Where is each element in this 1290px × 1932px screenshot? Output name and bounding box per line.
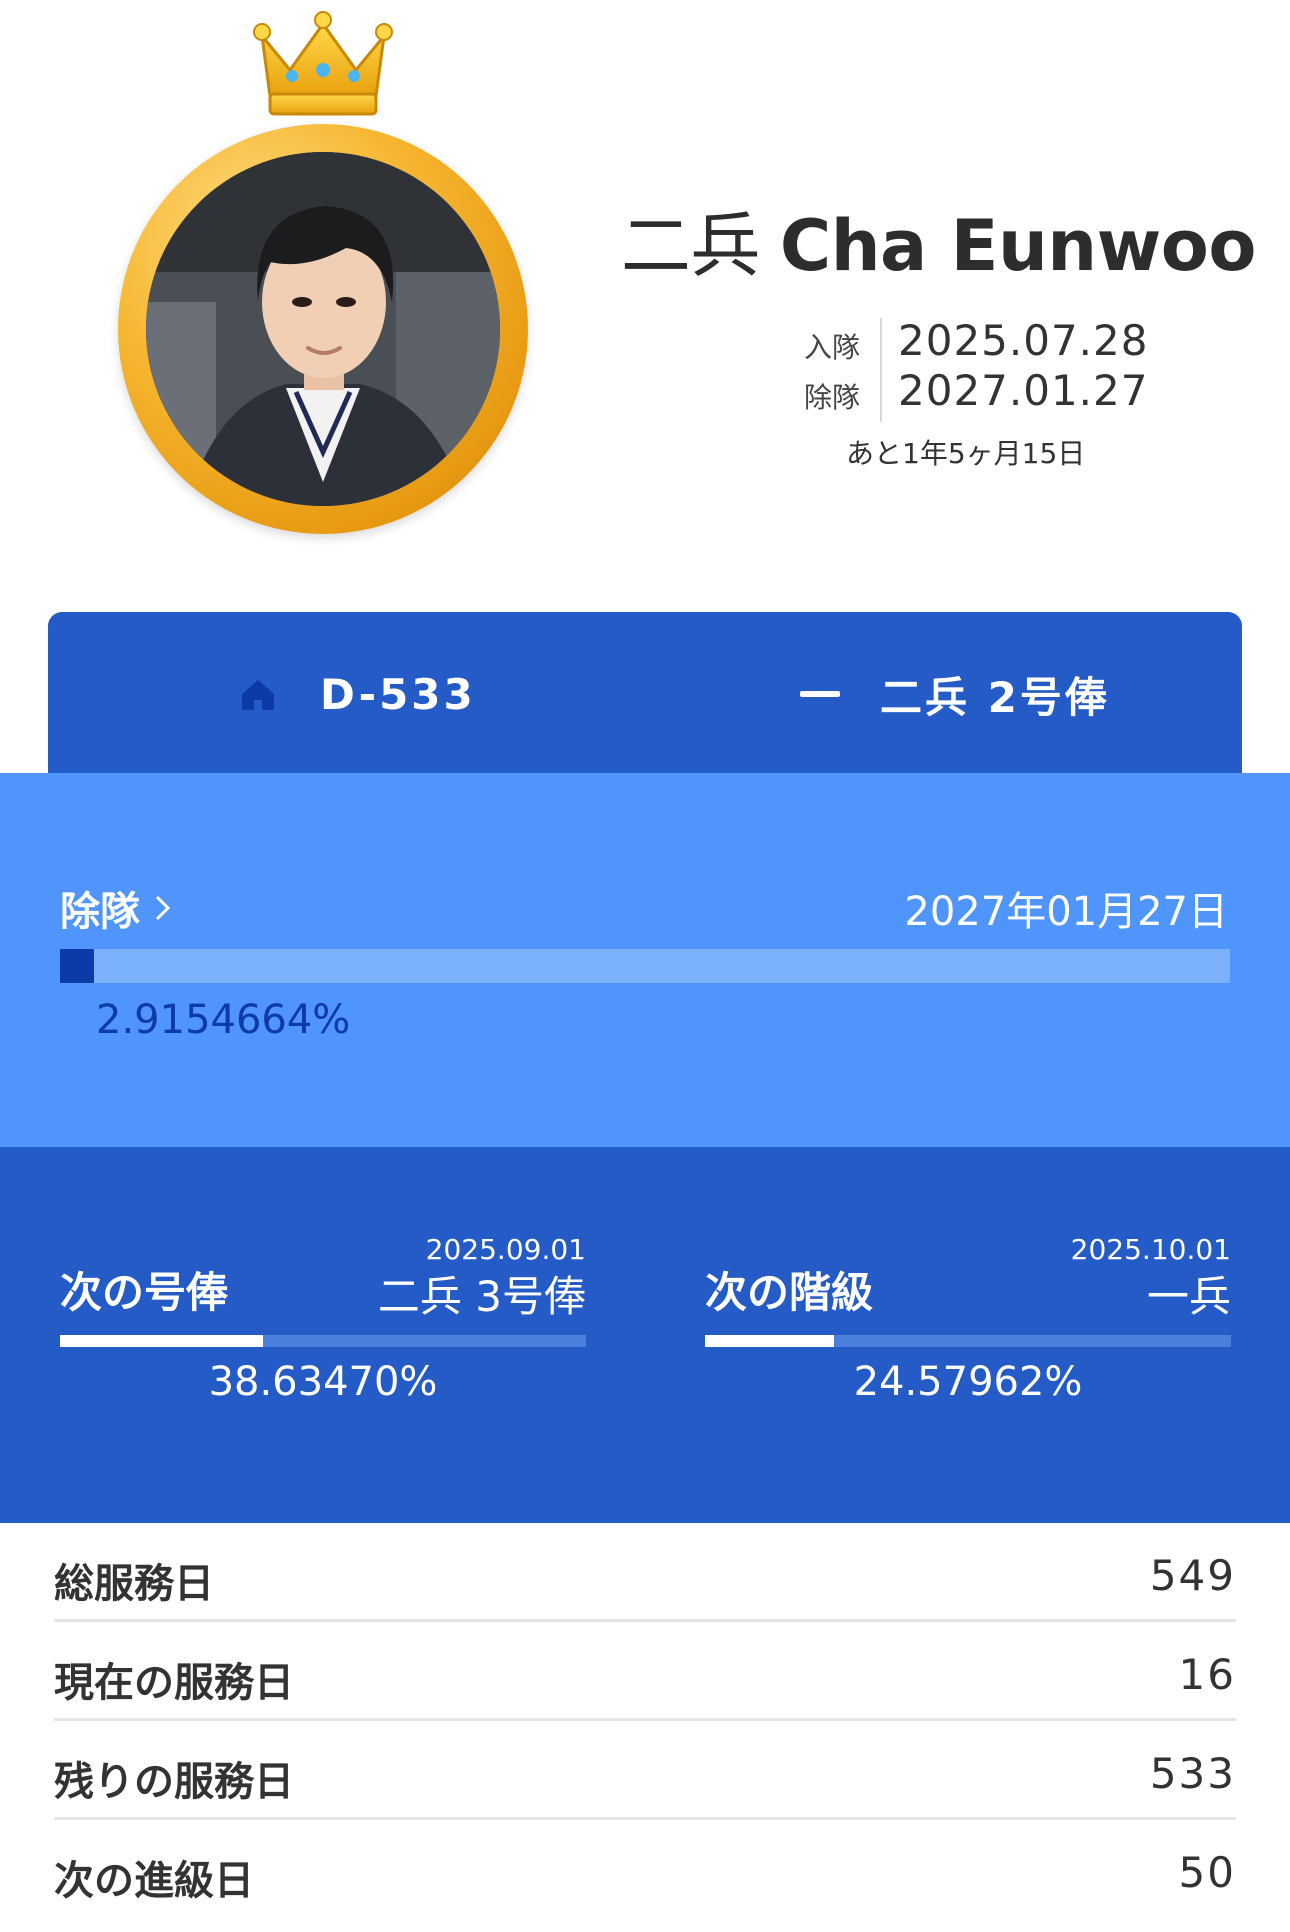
discharge-progress-section: 除隊 2027年01月27日 2.9154664%: [0, 773, 1290, 1147]
next-pay-card: 次の号俸 2025.09.01 二兵 3号俸 38.63470%: [60, 1147, 586, 1523]
list-item: 残りの服務日 533: [54, 1721, 1236, 1820]
stat-label: 残りの服務日: [54, 1759, 294, 1805]
stat-label: 現在の服務日: [54, 1660, 294, 1706]
next-pay-title: 次の号俸: [60, 1268, 229, 1317]
discharge-row: 除隊 2027.01.27: [800, 366, 1160, 416]
enlist-date: 2025.07.28: [898, 316, 1149, 365]
next-progress-section: 次の号俸 2025.09.01 二兵 3号俸 38.63470% 次の階級 20…: [0, 1147, 1290, 1523]
chevron-right-icon: [155, 895, 171, 921]
next-rank-card: 次の階級 2025.10.01 一兵 24.57962%: [705, 1147, 1231, 1523]
stat-value: 549: [1149, 1551, 1236, 1600]
enlist-label: 入隊: [804, 331, 861, 364]
service-dates: 入隊 2025.07.28 除隊 2027.01.27: [800, 316, 1160, 426]
summary-tabs: D-533 二兵 2号俸: [48, 612, 1242, 774]
stat-label: 次の進級日: [54, 1858, 254, 1904]
next-rank-target: 一兵: [1146, 1272, 1231, 1321]
discharge-full-date: 2027年01月27日: [904, 889, 1228, 935]
crown-icon: [253, 11, 393, 116]
stat-value: 16: [1178, 1650, 1236, 1699]
remaining-time: あと1年5ヶ月15日: [846, 437, 1086, 470]
next-pay-percent: 38.63470%: [208, 1359, 438, 1405]
discharge-link[interactable]: 除隊: [60, 879, 172, 937]
avatar-photo: [146, 152, 500, 506]
discharge-label: 除隊: [804, 381, 861, 414]
discharge-date: 2027.01.27: [898, 366, 1149, 415]
tab-dday[interactable]: D-533: [238, 664, 476, 724]
discharge-progress-bar: [60, 949, 1230, 983]
stat-label: 総服務日: [54, 1561, 214, 1607]
next-rank-progress-bar: [705, 1335, 1231, 1347]
list-item: 総服務日 549: [54, 1523, 1236, 1622]
next-rank-progress-fill: [705, 1335, 835, 1347]
discharge-percent: 2.9154664%: [96, 997, 351, 1043]
enlist-row: 入隊 2025.07.28: [800, 316, 1160, 366]
dash-icon: [800, 691, 840, 697]
avatar[interactable]: [146, 152, 500, 506]
next-rank-title: 次の階級: [705, 1268, 874, 1317]
stat-value: 533: [1149, 1749, 1236, 1798]
next-pay-date: 2025.09.01: [425, 1233, 586, 1266]
profile-screen: 二兵 Cha Eunwoo 入隊 2025.07.28 除隊 2027.01.27…: [0, 0, 1290, 1932]
home-icon: [242, 680, 274, 710]
dday-label: D-533: [320, 669, 476, 719]
pay-grade-label: 二兵 2号俸: [880, 672, 1110, 722]
discharge-progress-fill: [60, 949, 95, 983]
next-rank-date: 2025.10.01: [1070, 1233, 1231, 1266]
stats-list: 総服務日 549 現在の服務日 16 残りの服務日 533 次の進級日 50: [54, 1523, 1236, 1919]
list-item: 次の進級日 50: [54, 1820, 1236, 1919]
stat-value: 50: [1178, 1848, 1236, 1897]
profile-name: 二兵 Cha Eunwoo: [620, 190, 1257, 291]
next-pay-progress-bar: [60, 1335, 586, 1347]
list-item: 現在の服務日 16: [54, 1622, 1236, 1721]
discharge-title: 除隊: [60, 889, 140, 935]
rank-label: 二兵: [620, 205, 761, 287]
tab-pay-grade[interactable]: 二兵 2号俸: [800, 664, 1110, 724]
next-pay-target: 二兵 3号俸: [377, 1272, 586, 1321]
next-pay-progress-fill: [60, 1335, 264, 1347]
avatar-frame: [118, 124, 528, 534]
person-name: Cha Eunwoo: [779, 205, 1257, 287]
next-rank-percent: 24.57962%: [853, 1359, 1083, 1405]
